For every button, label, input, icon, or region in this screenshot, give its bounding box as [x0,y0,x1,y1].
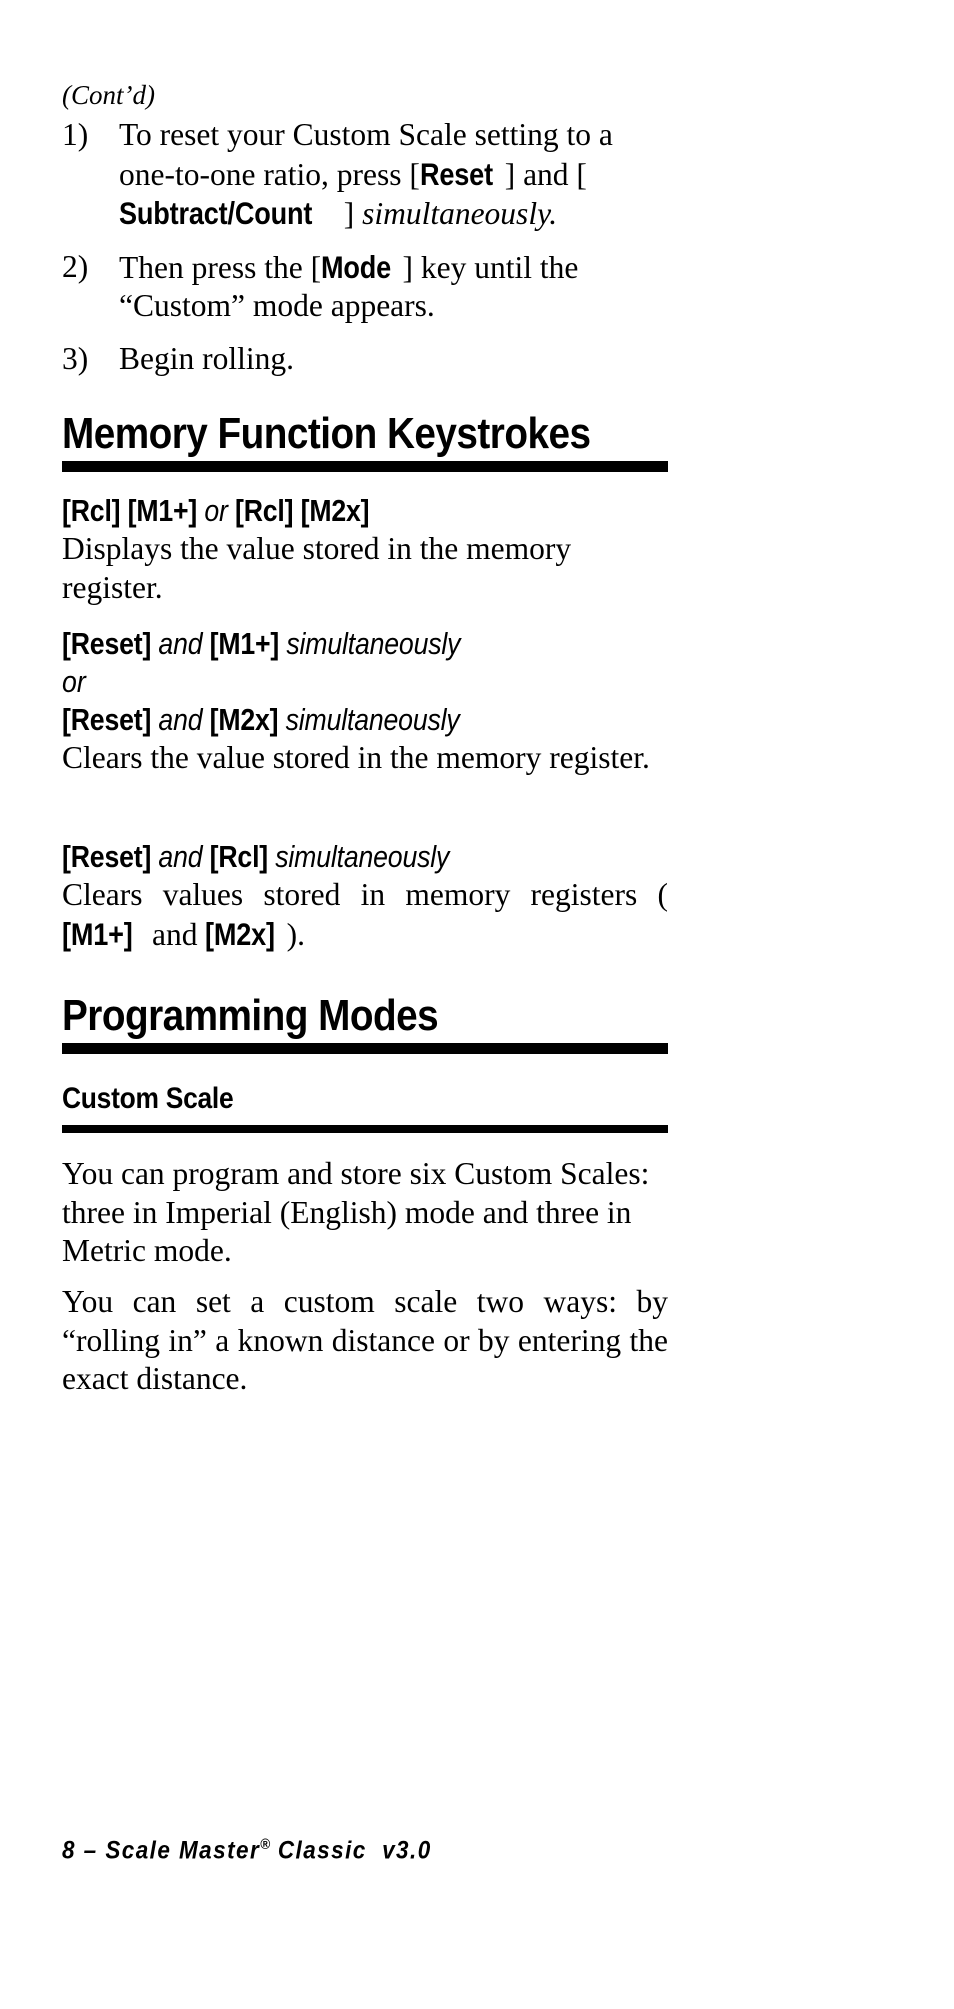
key-sequence-rcl-m1: [Rcl] [M1+] or [Rcl] [M2x] [62,493,370,528]
text-run: ). [286,916,306,952]
footer-space2 [367,1836,382,1864]
key-label-reset: Reset [419,155,493,192]
memory-entry-3: [Reset] and [Rcl] simultaneously Clears … [62,838,668,954]
keystroke-connector: or [204,493,228,528]
subsection-custom-scale: Custom Scale [62,1082,668,1133]
conjunction-or: or [62,664,86,699]
step-emphasis: simultaneously. [362,196,558,231]
key-label: [M1+] [62,915,133,952]
step-text: To reset your Custom Scale setting to a … [119,116,668,234]
registered-trademark-icon: ® [260,1836,271,1853]
key-label-mode: Mode [321,248,392,285]
footer-space [270,1836,278,1864]
keystroke-line-or: or [62,663,668,701]
step-number: 3) [62,340,89,376]
step-number: 1) [62,117,89,152]
list-item: 1) To reset your Custom Scale setting to… [62,116,668,234]
step-text: Begin rolling. [119,340,668,379]
section-heading: Programming Modes [62,991,439,1040]
subheading-rule [62,1125,668,1133]
keystroke-line: [Rcl] [M1+] or [Rcl] [M2x] [62,492,668,530]
keystroke-connector: and [158,626,203,661]
key-label: [M2x] [205,915,276,952]
section-memory-function-keystrokes: Memory Function Keystrokes [62,410,668,472]
list-item: 2) Then press the [Mode] key until the “… [62,248,668,326]
keystroke-connector: and [158,839,203,874]
memory-entry-1: [Rcl] [M1+] or [Rcl] [M2x] Displays the … [62,492,668,607]
footer-version: v3.0 [382,1836,432,1865]
section-programming-modes: Programming Modes [62,992,668,1054]
keystroke-line: [Reset] and [M2x] simultaneously [62,701,668,739]
keystroke-line: [Reset] and [Rcl] simultaneously [62,838,668,876]
step-run: Begin rolling. [119,340,294,376]
section-heading: Memory Function Keystrokes [62,409,591,458]
heading-rule [62,461,668,472]
keystroke-description: Clears the value stored in the memory re… [62,740,650,775]
text-run: Clears values stored in memory registers… [62,877,668,912]
step-number: 2) [62,248,89,284]
footer-page-number: 8 [62,1836,76,1865]
paragraph-custom-scale-2: You can set a custom scale two ways: by … [62,1284,668,1396]
footer-edition: Classic [277,1836,367,1865]
keystroke-connector: simultaneously [285,702,460,737]
subsection-heading: Custom Scale [62,1082,234,1115]
footer-product: Scale Master [105,1836,261,1865]
step-run: ] and [ [504,156,587,192]
key-sequence-reset-rcl: [Reset] and [Rcl] simultaneously [62,839,450,874]
keystroke-connector: simultaneously [275,839,450,874]
keystroke-connector: simultaneously [286,626,461,661]
keystroke-line: [Reset] and [M1+] simultaneously [62,625,668,663]
numbered-step-list: 1) To reset your Custom Scale setting to… [62,116,668,392]
page-footer: 8 – Scale Master® Classic v3.0 [62,1836,432,1865]
heading-rule [62,1043,668,1054]
text-run: and [144,916,206,952]
keystroke-connector: and [158,702,203,737]
memory-entry-2: [Reset] and [M1+] simultaneously or [Res… [62,625,668,778]
footer-dash: – [75,1836,106,1865]
step-run: ] [343,196,363,231]
key-sequence-reset-m1: [Reset] and [M1+] simultaneously [62,626,461,661]
step-text: Then press the [Mode] key until the “Cus… [119,248,668,326]
key-sequence-reset-m2: [Reset] and [M2x] simultaneously [62,702,460,737]
paragraph-custom-scale-1: You can program and store six Custom Sca… [62,1156,650,1268]
list-item: 3) Begin rolling. [62,340,668,379]
step-run: Then press the [ [119,249,322,285]
continued-label: (Cont’d) [62,80,155,110]
keystroke-description: Displays the value stored in the memory … [62,531,572,605]
key-label-subtract-count: Subtract/Count [119,195,313,231]
keystroke-description: Clears values stored in memory registers… [62,876,668,954]
